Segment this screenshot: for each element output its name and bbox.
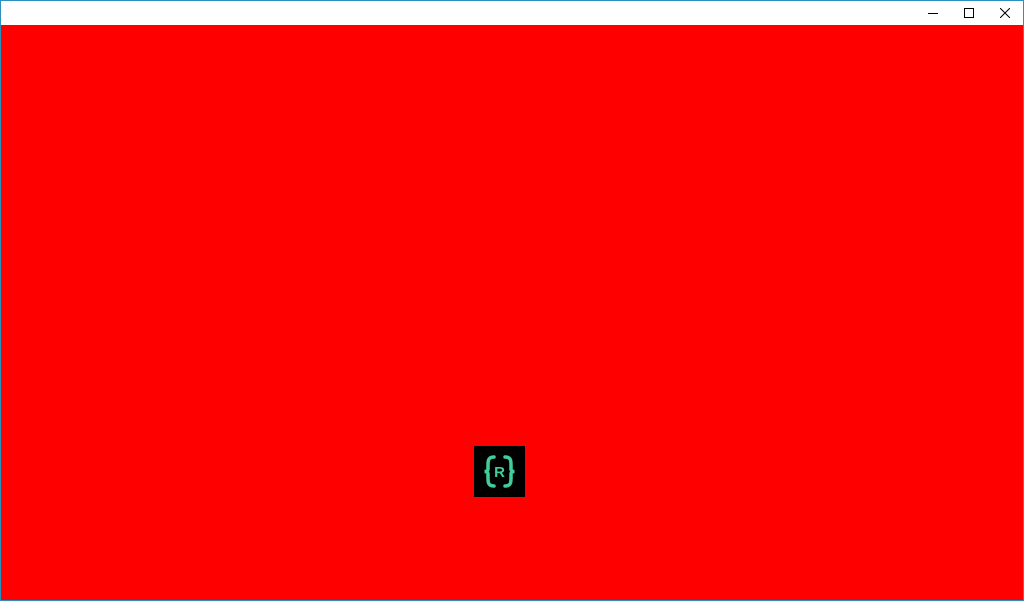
maximize-icon bbox=[964, 8, 974, 18]
logo-letter: R bbox=[494, 464, 505, 481]
caption-buttons bbox=[915, 1, 1023, 25]
maximize-button[interactable] bbox=[951, 1, 987, 25]
right-brace-shape bbox=[503, 455, 515, 488]
app-window: R bbox=[0, 0, 1024, 601]
minimize-button[interactable] bbox=[915, 1, 951, 25]
left-brace-shape bbox=[484, 455, 496, 488]
app-logo: R bbox=[474, 446, 525, 497]
title-bar[interactable] bbox=[1, 1, 1023, 25]
minimize-icon bbox=[928, 13, 938, 14]
window-title bbox=[1, 1, 2, 2]
braces-r-logo-icon: R bbox=[484, 455, 515, 488]
close-icon bbox=[1000, 8, 1010, 18]
close-button[interactable] bbox=[987, 1, 1023, 25]
content-area: R bbox=[1, 25, 1023, 600]
